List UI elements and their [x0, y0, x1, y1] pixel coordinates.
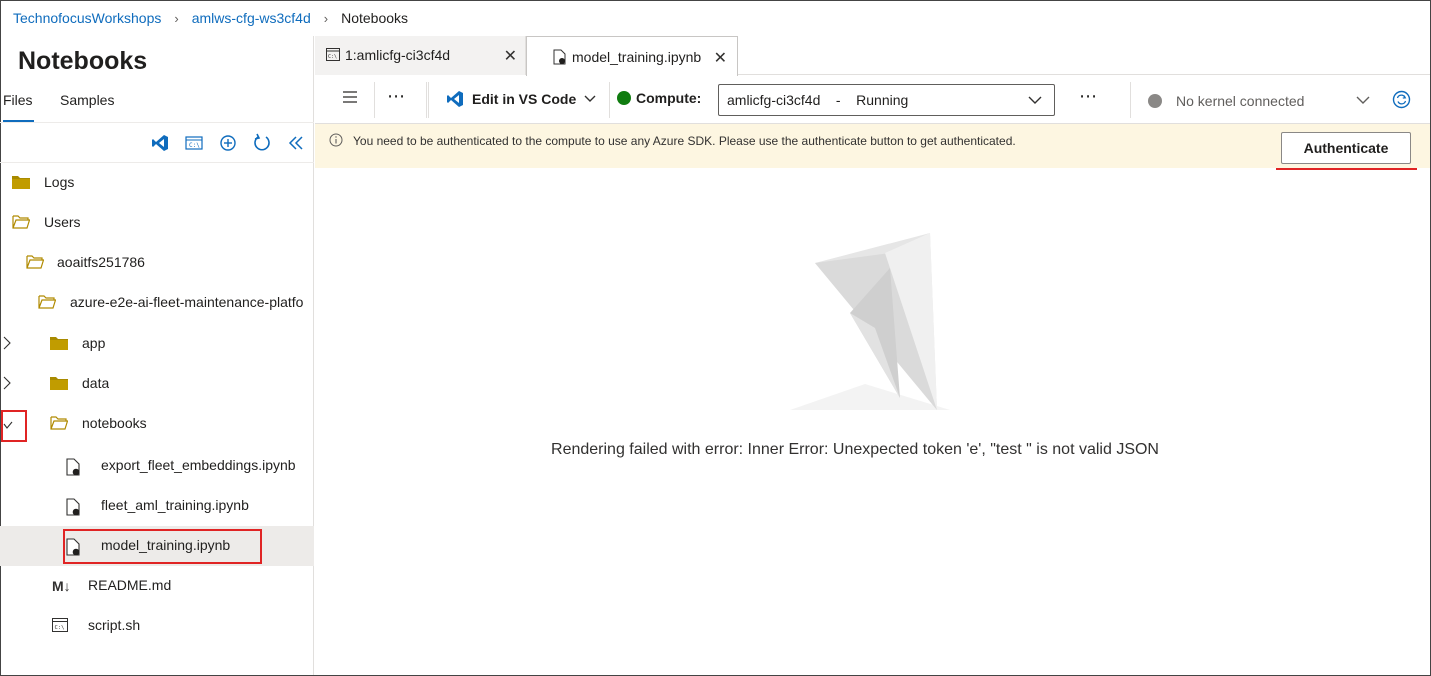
tree-item-label: Logs	[44, 174, 75, 190]
kernel-select[interactable]: No kernel connected	[1135, 86, 1375, 116]
chevron-down-icon	[1356, 96, 1370, 105]
tab-label: 1:amlicfg-ci3cf4d	[345, 47, 451, 63]
divider	[1130, 82, 1131, 118]
svg-text:C:\: C:\	[55, 625, 65, 631]
tabs-divider	[0, 122, 314, 123]
compute-label-text: Compute:	[636, 90, 702, 106]
document-tabs-bar: C:\ 1:amlicfg-ci3cf4d ✕ model_training.i…	[315, 36, 1430, 76]
chevron-down-icon	[584, 95, 596, 103]
tree-item[interactable]: Logs	[0, 163, 314, 203]
tree-item[interactable]: azure-e2e-ai-fleet-maintenance-platfo	[0, 283, 314, 323]
highlight-chevron	[1, 410, 27, 442]
tree-item[interactable]: app	[0, 324, 314, 364]
kernel-status-icon	[1148, 94, 1162, 108]
status-dot-icon	[617, 91, 631, 105]
folder-icon	[12, 175, 30, 189]
tab-model-training[interactable]: model_training.ipynb ✕	[526, 36, 738, 76]
notebook-file-icon	[66, 498, 80, 516]
chevron-down-icon	[1028, 96, 1042, 105]
tab-terminal[interactable]: C:\ 1:amlicfg-ci3cf4d ✕	[315, 36, 526, 75]
divider	[428, 82, 429, 118]
terminal-file-icon: C:\	[52, 618, 68, 632]
close-icon[interactable]: ✕	[504, 46, 517, 66]
kernel-refresh-icon[interactable]	[1392, 90, 1411, 109]
svg-text:C:\: C:\	[189, 142, 200, 149]
tree-item-label: data	[82, 375, 110, 391]
terminal-icon[interactable]: C:\	[177, 132, 211, 154]
chevron-right-icon: ›	[323, 10, 329, 26]
markdown-file-icon: M↓	[52, 578, 71, 594]
collapse-icon[interactable]	[279, 132, 313, 154]
explorer-tabs: Files Samples	[0, 88, 114, 122]
notebook-command-bar: ⋯ Edit in VS Code Compute: amlicfg-ci3cf…	[315, 76, 1430, 124]
tab-files[interactable]: Files	[3, 88, 34, 122]
svg-text:C:\: C:\	[328, 54, 337, 60]
render-error-message: Rendering failed with error: Inner Error…	[551, 441, 1159, 458]
folder-icon	[50, 376, 68, 390]
menu-icon[interactable]	[342, 90, 358, 104]
chevron-right-icon[interactable]	[3, 336, 13, 353]
divider	[609, 82, 610, 118]
terminal-icon: C:\	[326, 48, 340, 61]
more-icon[interactable]: ⋯	[387, 86, 406, 107]
auth-warning-banner: You need to be authenticated to the comp…	[315, 124, 1430, 168]
compute-label: Compute:	[617, 90, 701, 106]
tree-item[interactable]: C:\ script.sh	[0, 606, 314, 646]
vscode-icon[interactable]	[143, 132, 177, 154]
tree-item-label: fleet_aml_training.ipynb	[101, 497, 249, 513]
breadcrumb-workspace[interactable]: amlws-cfg-ws3cf4d	[192, 10, 311, 26]
tree-item-label: notebooks	[82, 415, 147, 431]
compute-value: amlicfg-ci3cf4d - Running	[727, 92, 909, 108]
paper-plane-illustration	[785, 228, 960, 418]
tree-item[interactable]: export_fleet_embeddings.ipynb	[0, 446, 314, 486]
highlight-selected-file	[63, 529, 262, 564]
banner-message: You need to be authenticated to the comp…	[353, 134, 1016, 148]
tree-item[interactable]: data	[0, 364, 314, 404]
authenticate-button[interactable]: Authenticate	[1281, 132, 1411, 164]
tree-item-label: script.sh	[88, 617, 141, 633]
breadcrumb: TechnofocusWorkshops › amlws-cfg-ws3cf4d…	[13, 8, 408, 28]
folder-open-icon	[50, 416, 68, 430]
refresh-icon[interactable]	[245, 132, 279, 154]
kernel-value: No kernel connected	[1176, 93, 1305, 109]
tree-item[interactable]: fleet_aml_training.ipynb	[0, 486, 314, 526]
notebook-file-icon	[66, 458, 80, 476]
notebook-file-icon	[553, 49, 566, 65]
tab-samples[interactable]: Samples	[60, 88, 114, 122]
tree-item-label: aoaitfs251786	[57, 254, 145, 270]
divider	[374, 82, 375, 118]
tree-item-label: app	[82, 335, 106, 351]
folder-open-icon	[12, 215, 30, 229]
divider	[426, 82, 427, 118]
edit-vscode-label: Edit in VS Code	[472, 91, 577, 107]
tree-item[interactable]: M↓ README.md	[0, 566, 314, 606]
tree-item-label: export_fleet_embeddings.ipynb	[101, 457, 296, 473]
info-icon	[329, 133, 343, 147]
chevron-right-icon: ›	[174, 10, 179, 26]
more-icon[interactable]: ⋯	[1079, 86, 1097, 107]
breadcrumb-current: Notebooks	[341, 10, 409, 26]
tree-item-label: Users	[44, 214, 81, 230]
vscode-icon	[446, 90, 464, 108]
edit-vscode-button[interactable]: Edit in VS Code	[446, 90, 596, 108]
tree-item-label: azure-e2e-ai-fleet-maintenance-platfo	[70, 294, 304, 310]
breadcrumb-workspace-group[interactable]: TechnofocusWorkshops	[13, 10, 161, 26]
add-icon[interactable]	[211, 132, 245, 154]
explorer-toolbar: C:\	[143, 132, 313, 154]
tree-item[interactable]: aoaitfs251786	[0, 243, 314, 283]
panel-title: Notebooks	[18, 47, 148, 75]
folder-open-icon	[26, 255, 44, 269]
tree-item[interactable]: Users	[0, 203, 314, 243]
folder-open-icon	[38, 295, 56, 309]
tree-item-label: README.md	[88, 577, 172, 593]
tree-item[interactable]: notebooks	[0, 404, 314, 444]
compute-select[interactable]: amlicfg-ci3cf4d - Running	[718, 84, 1055, 116]
chevron-right-icon[interactable]	[3, 376, 13, 393]
tab-label: model_training.ipynb	[572, 49, 702, 65]
folder-icon	[50, 336, 68, 350]
close-icon[interactable]: ✕	[714, 48, 727, 68]
